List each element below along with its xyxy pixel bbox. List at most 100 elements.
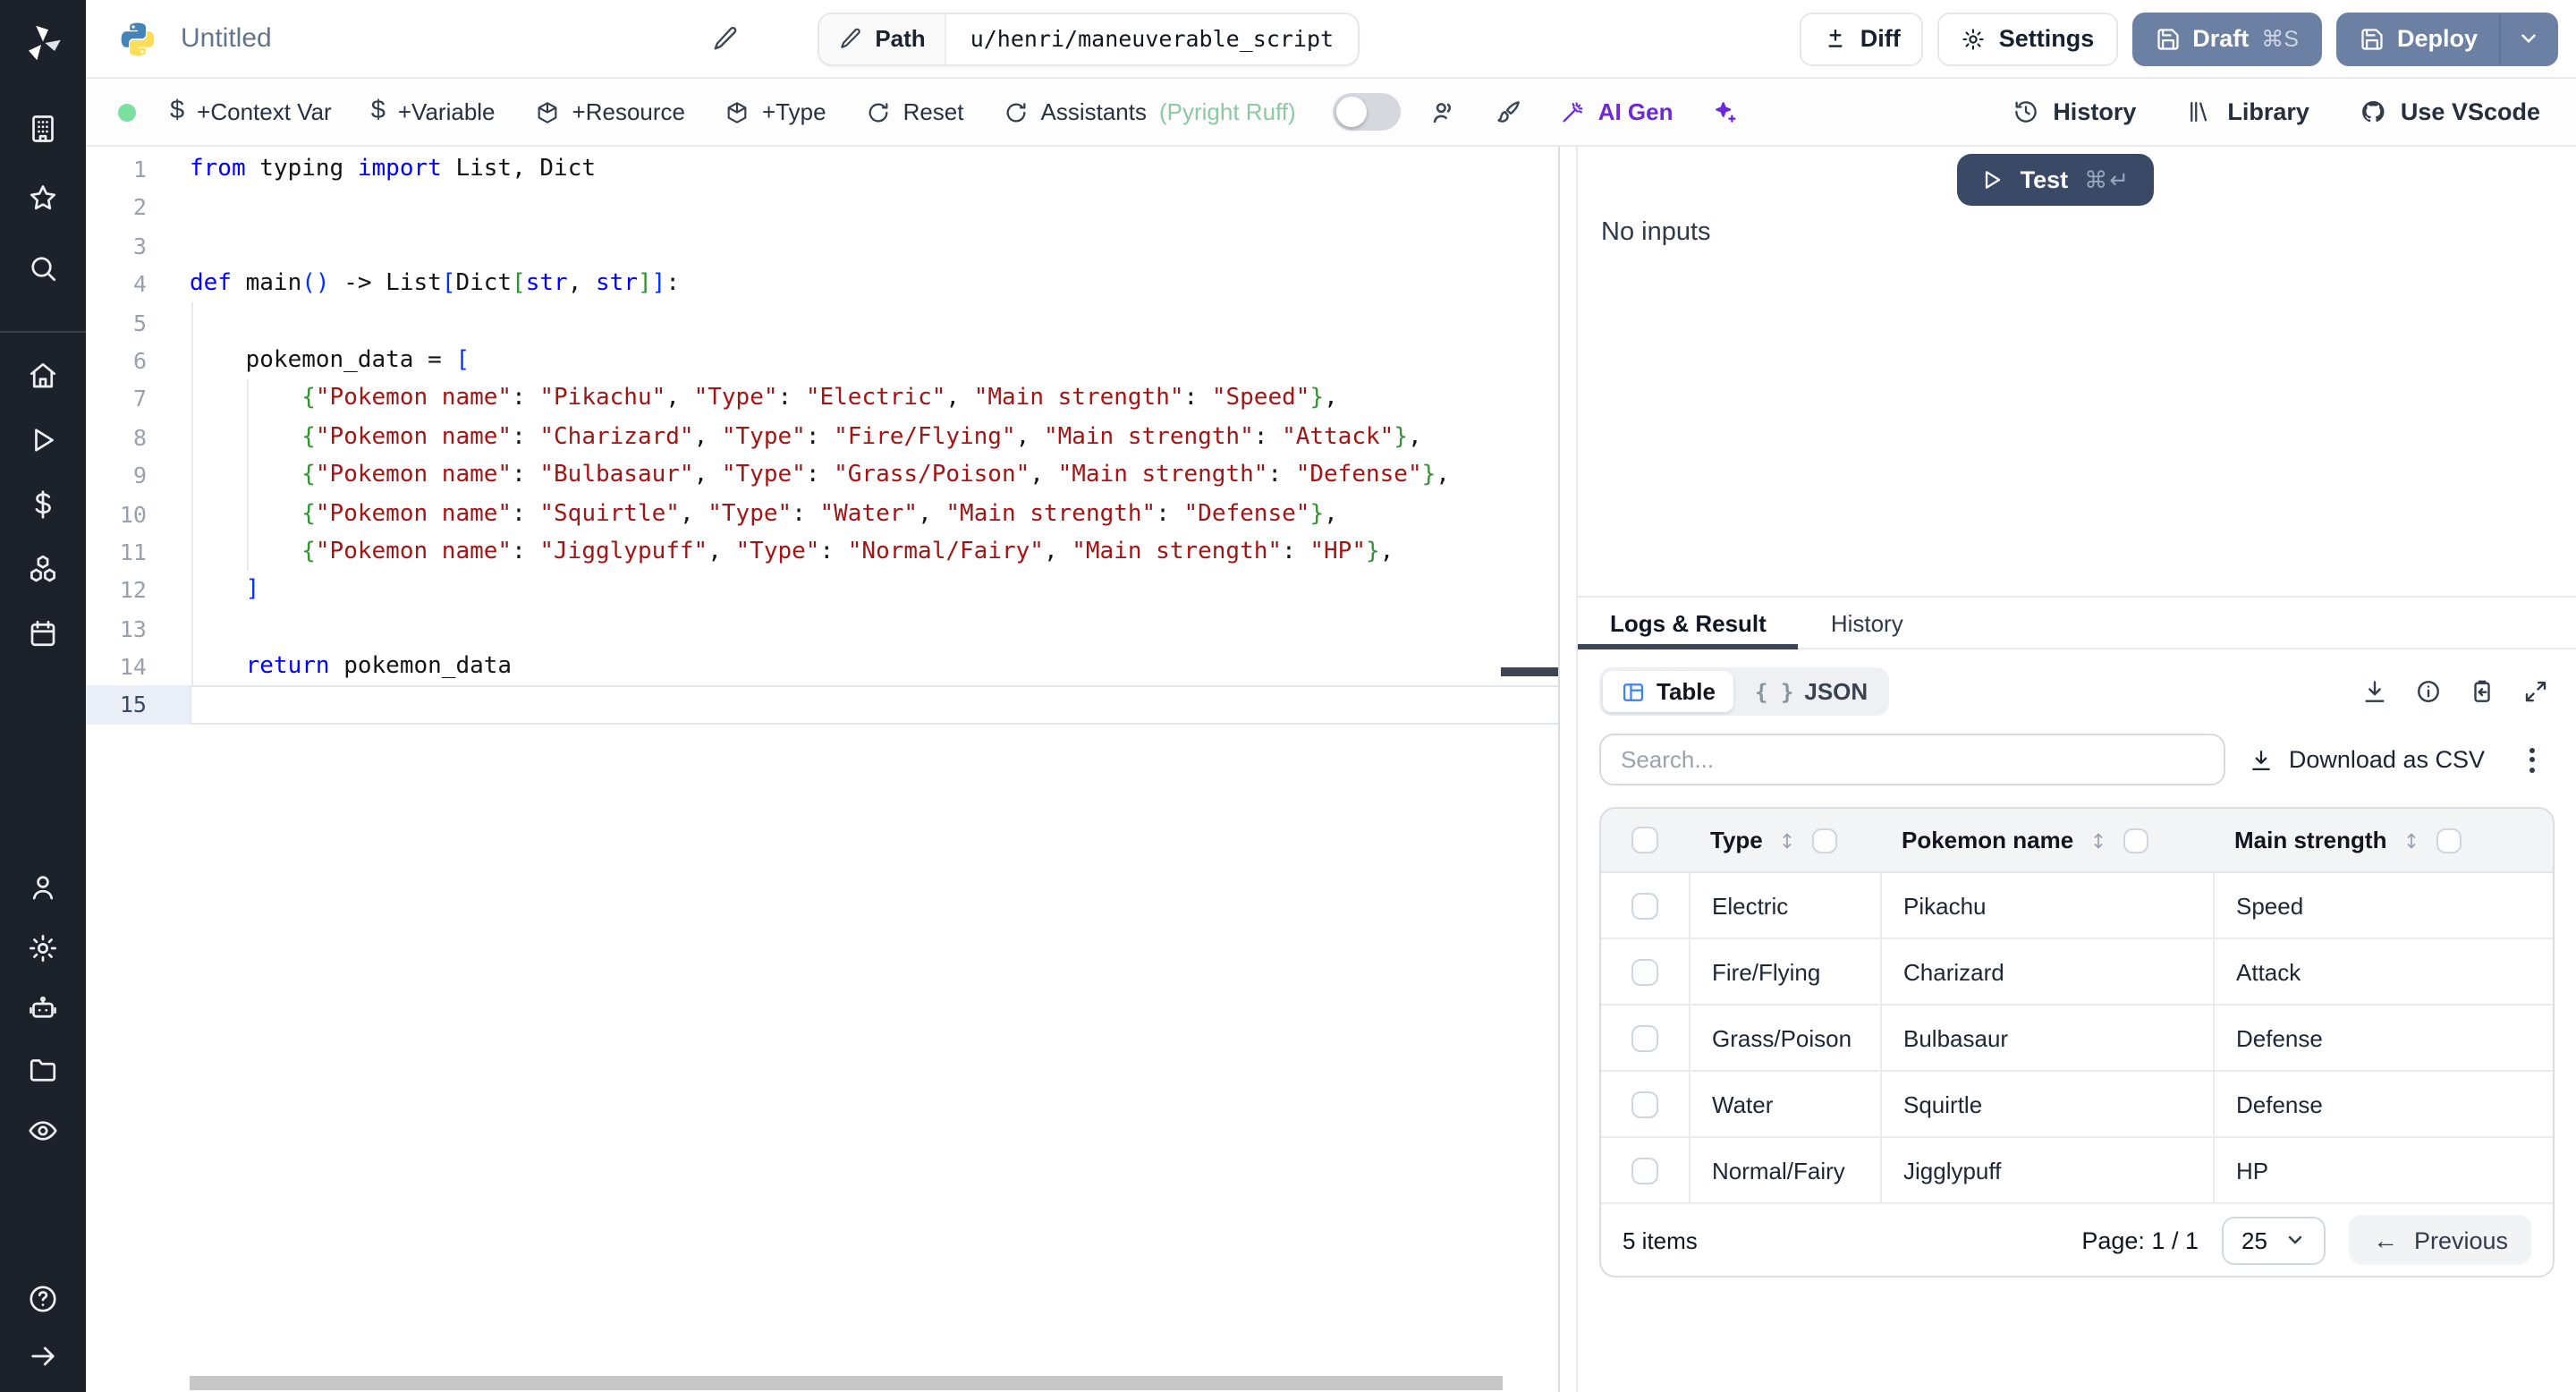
sidebar-user-button[interactable] (0, 870, 86, 905)
test-button[interactable]: Test ⌘↵ (1957, 154, 2154, 206)
table-body: Electric Pikachu Speed Fire/Flying Charizard… (1601, 873, 2553, 1204)
ai-gen-button[interactable]: AI Gen (1541, 79, 1693, 145)
table-cell: Defense (2213, 1072, 2553, 1136)
column-filter-checkbox[interactable] (2123, 828, 2149, 853)
dollar-icon: $ (370, 97, 386, 126)
ai-sparkle-icon[interactable] (1693, 79, 1758, 145)
dollar-icon: $ (170, 97, 185, 126)
sidebar-cubes-button[interactable] (0, 551, 86, 587)
add-type-button[interactable]: +Type (705, 79, 846, 145)
multiplayer-toggle[interactable] (1333, 93, 1402, 131)
code-line-10[interactable]: 10 {"Pokemon name": "Squirtle", "Type": … (86, 495, 1558, 533)
result-info-button[interactable] (2415, 678, 2442, 705)
sort-icon[interactable] (1777, 828, 1799, 853)
code-editor[interactable]: 1 from typing import List, Dict 2 3 4 def mai… (86, 147, 1560, 1392)
sidebar-eye-button[interactable] (0, 1113, 86, 1149)
path-field[interactable]: Path u/henri/maneuverable_script (818, 12, 1360, 65)
table-row[interactable]: Fire/Flying Charizard Attack (1601, 939, 2553, 1006)
code-line-4[interactable]: 4 def main() -> List[Dict[str, str]]: (86, 265, 1558, 303)
add-resource-button[interactable]: +Resource (515, 79, 705, 145)
code-line-14[interactable]: 14 return pokemon_data (86, 648, 1558, 686)
sidebar-folder-button[interactable] (0, 1052, 86, 1088)
code-line-5[interactable]: 5 (86, 303, 1558, 342)
sidebar-help-button[interactable] (0, 1281, 86, 1317)
column-filter-checkbox[interactable] (1812, 828, 1838, 853)
sidebar-dollar-button[interactable] (0, 487, 86, 522)
sidebar-gear-button[interactable] (0, 930, 86, 966)
play-icon (1986, 171, 2001, 189)
tab-history[interactable]: History (1799, 598, 1936, 648)
column-header[interactable]: Main strength (2213, 827, 2553, 853)
code-line-2[interactable]: 2 (86, 189, 1558, 227)
view-json-button[interactable]: { } JSON (1737, 671, 1885, 712)
table-cell: Grass/Poison (1689, 1006, 1880, 1070)
history-button[interactable]: History (1987, 98, 2161, 125)
diff-button[interactable]: Diff (1799, 12, 1924, 65)
code-line-11[interactable]: 11 {"Pokemon name": "Jigglypuff", "Type"… (86, 533, 1558, 572)
copy-result-button[interactable] (2469, 678, 2496, 705)
code-line-8[interactable]: 8 {"Pokemon name": "Charizard", "Type": … (86, 418, 1558, 456)
sort-icon[interactable] (2401, 828, 2422, 853)
view-table-button[interactable]: Table (1603, 671, 1733, 712)
sidebar-robot-button[interactable] (0, 991, 86, 1027)
row-checkbox[interactable] (1631, 958, 1658, 985)
sort-icon[interactable] (2088, 828, 2109, 853)
settings-button[interactable]: Settings (1937, 12, 2118, 65)
code-line-1[interactable]: 1 from typing import List, Dict (86, 150, 1558, 189)
code-line-3[interactable]: 3 (86, 227, 1558, 266)
code-line-12[interactable]: 12 ] (86, 572, 1558, 610)
tab-logs-result[interactable]: Logs & Result (1578, 598, 1800, 649)
library-icon (2190, 101, 2207, 123)
path-value[interactable]: u/henri/maneuverable_script (947, 13, 1357, 64)
add-variable-button[interactable]: $ +Variable (352, 79, 515, 145)
collaborators-icon[interactable] (1412, 79, 1477, 145)
row-checkbox[interactable] (1631, 1157, 1658, 1184)
assistants-button[interactable]: Assistants (Pyright Ruff) (984, 79, 1316, 145)
edit-summary-button[interactable] (712, 25, 739, 52)
row-checkbox[interactable] (1631, 1091, 1658, 1117)
page-size-select[interactable]: 25 (2222, 1216, 2326, 1264)
horizontal-scrollbar[interactable] (190, 1376, 1503, 1390)
table-row[interactable]: Grass/Poison Bulbasaur Defense (1601, 1006, 2553, 1072)
select-all-cell (1601, 809, 1689, 871)
table-row[interactable]: Electric Pikachu Speed (1601, 873, 2553, 939)
table-menu-button[interactable] (2524, 740, 2540, 779)
previous-page-button[interactable]: ← Previous (2349, 1215, 2531, 1265)
package-icon (727, 101, 747, 123)
code-line-13[interactable]: 13 (86, 609, 1558, 648)
download-result-button[interactable] (2361, 678, 2388, 705)
select-all-checkbox[interactable] (1631, 827, 1658, 853)
panel-resize-handle[interactable] (1501, 667, 1558, 676)
search-input[interactable] (1599, 734, 2225, 785)
line-number: 2 (132, 193, 147, 221)
sidebar-calendar-button[interactable] (0, 615, 86, 651)
row-checkbox[interactable] (1631, 1024, 1658, 1051)
row-checkbox[interactable] (1631, 892, 1658, 919)
sidebar-arrow-right-button[interactable] (0, 1338, 86, 1374)
sidebar-search-button[interactable] (0, 250, 86, 286)
column-header[interactable]: Pokemon name (1880, 827, 2213, 853)
sidebar-play-button[interactable] (0, 422, 86, 458)
sidebar-star-button[interactable] (0, 181, 86, 216)
use-vscode-button[interactable]: Use VScode (2334, 98, 2565, 125)
column-filter-checkbox[interactable] (2436, 828, 2462, 853)
code-line-15[interactable]: 15 (86, 685, 1558, 725)
table-row[interactable]: Water Squirtle Defense (1601, 1072, 2553, 1138)
table-row[interactable]: Normal/Fairy Jigglypuff HP (1601, 1138, 2553, 1204)
add-context-var-button[interactable]: $ +Context Var (150, 79, 352, 145)
deploy-dropdown-button[interactable] (2499, 13, 2556, 64)
sidebar-home-button[interactable] (0, 358, 86, 394)
draft-button[interactable]: Draft ⌘S (2131, 12, 2322, 65)
code-line-6[interactable]: 6 pokemon_data = [ (86, 342, 1558, 380)
code-line-9[interactable]: 9 {"Pokemon name": "Bulbasaur", "Type": … (86, 456, 1558, 495)
column-header[interactable]: Type (1689, 827, 1880, 853)
code-line-7[interactable]: 7 {"Pokemon name": "Pikachu", "Type": "E… (86, 380, 1558, 419)
download-csv-button[interactable]: Download as CSV (2250, 746, 2485, 773)
sidebar-building-button[interactable] (0, 111, 86, 147)
format-code-icon[interactable] (1477, 79, 1541, 145)
deploy-button[interactable]: Deploy (2335, 12, 2558, 65)
windmill-logo[interactable] (0, 0, 86, 86)
expand-result-button[interactable] (2522, 678, 2549, 705)
reset-button[interactable]: Reset (846, 79, 984, 145)
library-button[interactable]: Library (2161, 98, 2334, 125)
